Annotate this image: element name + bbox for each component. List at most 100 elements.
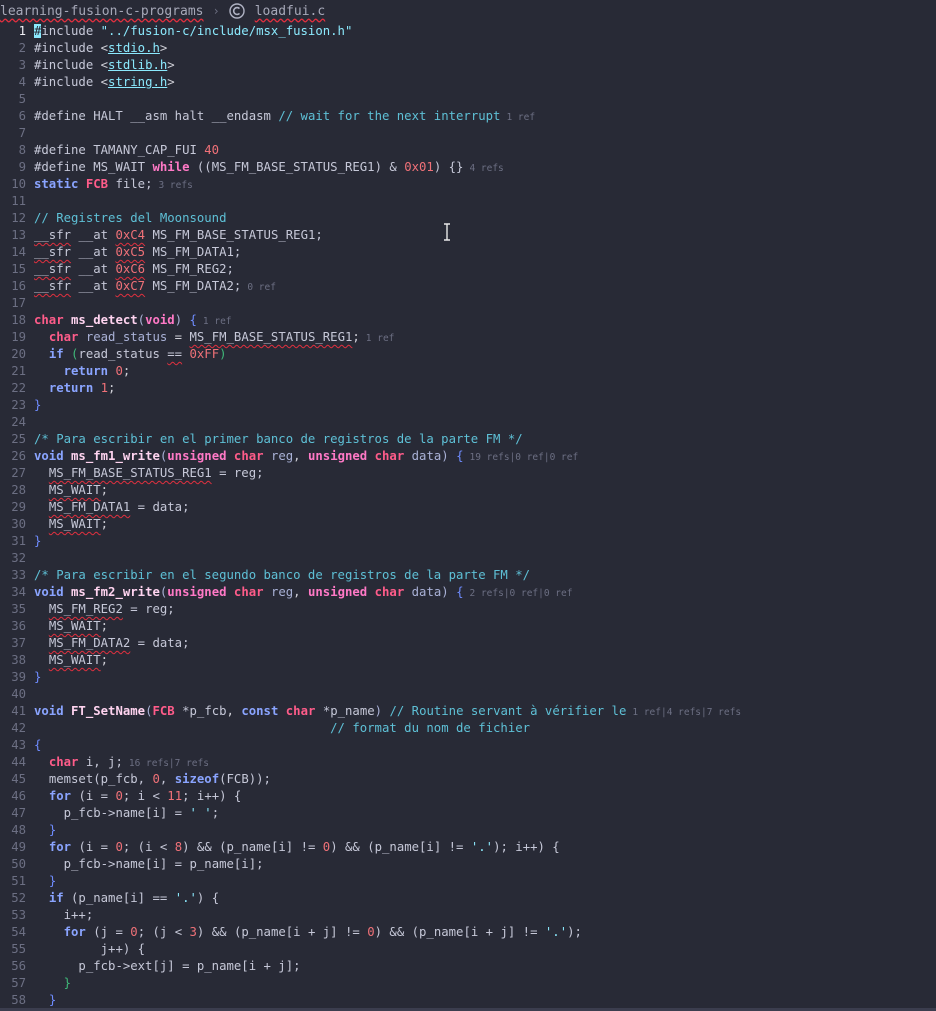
code-line: 33 /* Para escribir en el segundo banco d… bbox=[0, 567, 936, 584]
c-language-icon bbox=[229, 3, 245, 19]
breadcrumb-file[interactable]: loadfui.c bbox=[255, 4, 325, 19]
code-token: for (i = 0; (i < 8) && (p_name[i] != 0) … bbox=[34, 840, 560, 854]
code-token: // Routine servant à vérifier le bbox=[389, 704, 627, 718]
line-number: 50 bbox=[11, 857, 26, 871]
code-token: '.' bbox=[470, 840, 494, 854]
code-token: MS_WAIT bbox=[48, 517, 101, 531]
code-token: 0xC5 bbox=[115, 245, 146, 259]
line-number: 40 bbox=[11, 687, 26, 701]
code-token: 1 ref|4 refs|7 refs bbox=[632, 707, 742, 718]
line-number: 45 bbox=[11, 772, 26, 786]
code-token: #define TAMANY_CAP_FUI bbox=[34, 143, 197, 157]
code-token: #define MS_WAIT bbox=[34, 160, 146, 174]
code-line: 10 static FCB file; 3 refs bbox=[0, 176, 936, 193]
code-token: MS_WAIT; bbox=[48, 483, 109, 497]
code-token: 40 bbox=[204, 143, 220, 157]
code-token: MS_FM_BASE_STATUS_REG1 bbox=[48, 466, 212, 480]
line-number: 6 bbox=[18, 109, 26, 123]
code-token: void bbox=[34, 585, 64, 599]
code-token: /* Para escribir en el primer banco de r… bbox=[34, 432, 523, 446]
line-number: 27 bbox=[11, 466, 26, 480]
code-token: while bbox=[152, 160, 190, 174]
line-number: 7 bbox=[18, 126, 26, 140]
code-line: 51 } bbox=[0, 873, 936, 890]
code-token: #define HALT __asm halt __endasm bbox=[34, 109, 271, 123]
code-line: 16 __sfr __at 0xC7 MS_FM_DATA2; 0 ref bbox=[0, 278, 936, 295]
code-token: } bbox=[34, 398, 41, 412]
code-token: __sfr bbox=[34, 245, 72, 259]
code-editor[interactable]: 1 #include "../fusion-c/include/msx_fusio… bbox=[0, 23, 936, 1009]
code-token: p_fcb->name[i] = bbox=[63, 806, 190, 820]
include-link: stdio.h bbox=[108, 41, 160, 55]
code-token: 3 refs bbox=[158, 180, 193, 191]
code-line: 56 p_fcb->ext[j] = p_name[i + j]; bbox=[0, 958, 936, 975]
code-token: unsigned bbox=[167, 585, 227, 599]
code-token: j++) { bbox=[100, 942, 146, 956]
code-token: 0 bbox=[367, 925, 375, 939]
code-line: 47 p_fcb->name[i] = ' '; bbox=[0, 805, 936, 822]
code-token: (i = bbox=[78, 840, 116, 854]
code-token: 0 bbox=[130, 925, 138, 939]
line-number: 14 bbox=[11, 245, 26, 259]
code-token: i++; bbox=[34, 908, 94, 922]
line-number: 54 bbox=[11, 925, 26, 939]
code-token: unsigned bbox=[307, 585, 368, 599]
line-number: 32 bbox=[11, 551, 26, 565]
line-number: 20 bbox=[11, 347, 26, 361]
line-number: 15 bbox=[11, 262, 26, 276]
line-number: 49 bbox=[11, 840, 26, 854]
code-line: 25 /* Para escribir en el primer banco de… bbox=[0, 431, 936, 448]
code-token: __sfr bbox=[34, 228, 72, 242]
code-token: for bbox=[48, 789, 72, 803]
line-number: 55 bbox=[11, 942, 26, 956]
code-line: 9 #define MS_WAIT while ((MS_FM_BASE_STAT… bbox=[0, 159, 936, 176]
line-number: 26 bbox=[11, 449, 26, 463]
code-token: return 0; bbox=[63, 364, 131, 378]
code-token: 8 bbox=[174, 840, 183, 854]
line-number: 13 bbox=[11, 228, 26, 242]
code-token: 1 ref bbox=[365, 333, 395, 344]
code-line: 14 __sfr __at 0xC5 MS_FM_DATA1; bbox=[0, 244, 936, 261]
code-token: 0 ref bbox=[247, 282, 276, 293]
breadcrumb: learning-fusion-c-programs › loadfui.c bbox=[0, 0, 936, 22]
code-line: 19 char read_status = MS_FM_BASE_STATUS_… bbox=[0, 329, 936, 346]
code-token: const bbox=[241, 704, 279, 718]
code-token: for bbox=[63, 925, 86, 939]
code-line: 29 MS_FM_DATA1 = data; bbox=[0, 499, 936, 516]
code-token: #include "../fusion-c/include/msx_fusion… bbox=[34, 24, 352, 38]
code-token: { bbox=[34, 738, 41, 752]
code-token: include bbox=[41, 24, 94, 38]
code-token: #include <string.h> bbox=[34, 75, 175, 89]
code-token: #include <stdlib.h> bbox=[34, 58, 175, 72]
code-token: 3 bbox=[189, 925, 197, 939]
line-number: 21 bbox=[11, 364, 26, 378]
code-token: p_fcb->ext[j] = p_name[i + j]; bbox=[34, 959, 300, 973]
code-token: MS_FM_DATA1; bbox=[152, 245, 242, 259]
code-token: = reg; bbox=[211, 466, 264, 480]
code-token: 2 refs|0 ref|0 ref bbox=[469, 588, 573, 599]
code-token: return bbox=[63, 364, 109, 378]
line-number: 12 bbox=[11, 211, 26, 225]
code-token: void FT_SetName(FCB *p_fcb, const char *… bbox=[34, 704, 742, 718]
code-token: *p_name bbox=[322, 704, 375, 718]
code-token: ) bbox=[441, 585, 449, 599]
code-token: ; (j < bbox=[137, 925, 190, 939]
line-number: 25 bbox=[11, 432, 26, 446]
code-token: #define TAMANY_CAP_FUI 40 bbox=[34, 143, 219, 157]
line-number: 29 bbox=[11, 500, 26, 514]
code-token: } bbox=[48, 874, 57, 888]
line-number: 42 bbox=[11, 721, 26, 735]
line-number: 24 bbox=[11, 415, 26, 429]
code-token: void bbox=[34, 704, 64, 718]
code-token: MS_FM_REG2 bbox=[48, 602, 123, 616]
breadcrumb-folder[interactable]: learning-fusion-c-programs bbox=[0, 4, 204, 19]
line-number: 34 bbox=[11, 585, 26, 599]
code-token: /* Para escribir en el primer banco de r… bbox=[34, 432, 523, 446]
code-line: 50 p_fcb->name[i] = p_name[i]; bbox=[0, 856, 936, 873]
code-token: char bbox=[34, 313, 64, 327]
reference-count: 1 ref bbox=[506, 112, 536, 123]
code-line: 21 return 0; bbox=[0, 363, 936, 380]
code-token: ; i < bbox=[122, 789, 168, 803]
code-token: __at bbox=[78, 228, 109, 242]
code-token: { bbox=[456, 449, 464, 463]
